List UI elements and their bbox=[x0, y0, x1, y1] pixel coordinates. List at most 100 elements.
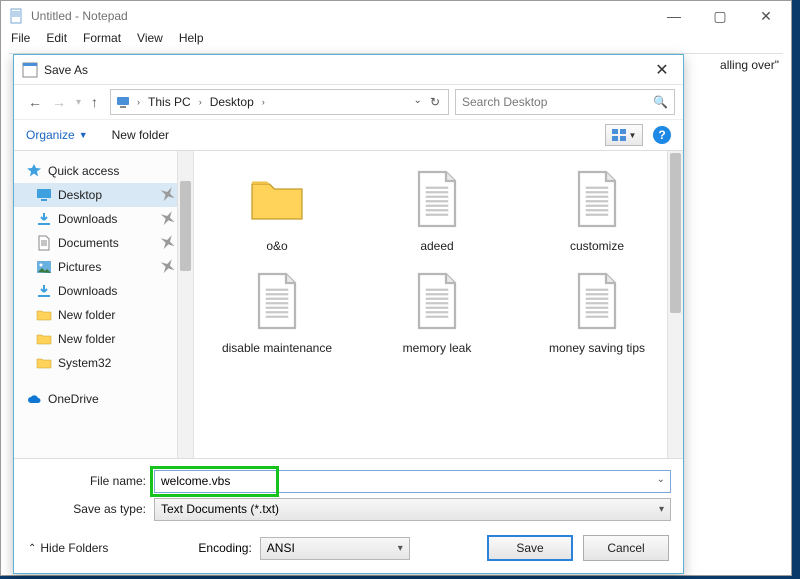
saveas-title: Save As bbox=[44, 63, 647, 77]
file-item[interactable]: disable maintenance bbox=[202, 265, 352, 355]
file-item[interactable]: memory leak bbox=[362, 265, 512, 355]
nav-back-icon[interactable]: ← bbox=[28, 94, 42, 110]
sidebar-item-onedrive[interactable]: OneDrive bbox=[14, 387, 193, 411]
breadcrumb[interactable]: This PC bbox=[146, 95, 193, 109]
sidebar-item-desktop[interactable]: Desktop bbox=[14, 183, 193, 207]
organize-button[interactable]: Organize▼ bbox=[26, 128, 88, 142]
text-file-icon bbox=[401, 265, 473, 337]
hide-folders-button[interactable]: ⌃ Hide Folders bbox=[28, 541, 108, 555]
text-file-icon bbox=[561, 265, 633, 337]
sidebar-item-system32[interactable]: System32 bbox=[14, 351, 193, 375]
sidebar: Quick access Desktop Downloads Documents Pic… bbox=[14, 151, 194, 458]
view-options-button[interactable]: ▼ bbox=[605, 124, 643, 146]
menu-help[interactable]: Help bbox=[179, 31, 204, 51]
pin-icon bbox=[155, 183, 178, 207]
sidebar-item-new-folder[interactable]: New folder bbox=[14, 303, 193, 327]
file-label: adeed bbox=[420, 239, 453, 253]
menu-format[interactable]: Format bbox=[83, 31, 121, 51]
file-pane[interactable]: o&o adeed customize disable maintenance … bbox=[194, 151, 683, 458]
sidebar-item-label: Desktop bbox=[58, 188, 102, 202]
search-icon: 🔍 bbox=[653, 95, 668, 109]
notepad-title: Untitled - Notepad bbox=[31, 9, 651, 23]
chevron-right-icon[interactable]: › bbox=[135, 97, 142, 107]
file-item[interactable]: customize bbox=[522, 163, 672, 253]
folder-icon bbox=[241, 163, 313, 235]
search-input[interactable]: Search Desktop 🔍 bbox=[455, 89, 675, 115]
breadcrumb[interactable]: Desktop bbox=[208, 95, 256, 109]
sidebar-item-label: OneDrive bbox=[48, 392, 99, 406]
dialog-footer: ⌃ Hide Folders Encoding: ANSI Save Cance… bbox=[14, 527, 683, 573]
file-label: disable maintenance bbox=[222, 341, 332, 355]
saveas-icon bbox=[22, 62, 38, 78]
chevron-up-icon: ⌃ bbox=[28, 543, 36, 554]
filename-input[interactable] bbox=[154, 470, 671, 493]
notepad-icon bbox=[9, 8, 25, 24]
nav-up-icon[interactable]: ↑ bbox=[91, 94, 98, 110]
cancel-button[interactable]: Cancel bbox=[583, 535, 669, 561]
notepad-menu: File Edit Format View Help bbox=[1, 31, 791, 51]
sidebar-scrollbar[interactable] bbox=[177, 151, 193, 458]
text-file-icon bbox=[401, 163, 473, 235]
text-file-icon bbox=[561, 163, 633, 235]
saveas-dialog: Save As ✕ ← → ▾ ↑ › This PC › Desktop › … bbox=[13, 54, 684, 574]
nav-forward-icon[interactable]: → bbox=[52, 94, 66, 110]
sidebar-item-downloads[interactable]: Downloads bbox=[14, 279, 193, 303]
chevron-right-icon[interactable]: › bbox=[197, 97, 204, 107]
filename-label: File name: bbox=[26, 474, 146, 488]
chevron-right-icon[interactable]: › bbox=[260, 97, 267, 107]
sidebar-item-quick-access[interactable]: Quick access bbox=[14, 159, 193, 183]
nav-bar: ← → ▾ ↑ › This PC › Desktop › ⌄ ↻ Search… bbox=[14, 85, 683, 119]
sidebar-item-new-folder[interactable]: New folder bbox=[14, 327, 193, 351]
file-item[interactable]: money saving tips bbox=[522, 265, 672, 355]
filename-dropdown-icon[interactable]: ⌄ bbox=[657, 474, 665, 485]
sidebar-item-label: Pictures bbox=[58, 260, 101, 274]
file-label: memory leak bbox=[403, 341, 472, 355]
help-button[interactable]: ? bbox=[653, 126, 671, 144]
close-button[interactable]: ✕ bbox=[743, 1, 789, 31]
text-file-icon bbox=[241, 265, 313, 337]
sidebar-item-label: System32 bbox=[58, 356, 111, 370]
file-label: o&o bbox=[266, 239, 287, 253]
save-form: File name: ⌄ Save as type: Text Document… bbox=[14, 458, 683, 527]
editor-text: alling over" bbox=[720, 58, 779, 72]
savetype-label: Save as type: bbox=[26, 502, 146, 516]
menu-file[interactable]: File bbox=[11, 31, 30, 51]
menu-edit[interactable]: Edit bbox=[46, 31, 67, 51]
pin-icon bbox=[155, 255, 178, 279]
maximize-button[interactable]: ▢ bbox=[697, 1, 743, 31]
sidebar-item-downloads[interactable]: Downloads bbox=[14, 207, 193, 231]
sidebar-item-label: Downloads bbox=[58, 284, 117, 298]
sidebar-item-label: Downloads bbox=[58, 212, 117, 226]
search-placeholder: Search Desktop bbox=[462, 95, 547, 109]
pin-icon bbox=[155, 207, 178, 231]
encoding-combo[interactable]: ANSI bbox=[260, 537, 410, 560]
file-item[interactable]: o&o bbox=[202, 163, 352, 253]
encoding-label: Encoding: bbox=[198, 541, 251, 555]
sidebar-item-label: Quick access bbox=[48, 164, 119, 178]
notepad-titlebar: Untitled - Notepad — ▢ ✕ bbox=[1, 1, 791, 31]
file-label: money saving tips bbox=[549, 341, 645, 355]
file-label: customize bbox=[570, 239, 624, 253]
refresh-icon[interactable]: ↻ bbox=[430, 95, 440, 109]
sidebar-item-pictures[interactable]: Pictures bbox=[14, 255, 193, 279]
save-button[interactable]: Save bbox=[487, 535, 573, 561]
savetype-combo[interactable]: Text Documents (*.txt) bbox=[154, 498, 671, 521]
address-bar[interactable]: › This PC › Desktop › ⌄ ↻ bbox=[110, 89, 449, 115]
menu-view[interactable]: View bbox=[137, 31, 163, 51]
view-icon bbox=[612, 129, 626, 141]
sidebar-item-label: New folder bbox=[58, 308, 115, 322]
pc-icon bbox=[115, 94, 131, 110]
nav-history-icon[interactable]: ▾ bbox=[76, 97, 81, 108]
sidebar-item-documents[interactable]: Documents bbox=[14, 231, 193, 255]
file-item[interactable]: adeed bbox=[362, 163, 512, 253]
saveas-titlebar: Save As ✕ bbox=[14, 55, 683, 85]
pin-icon bbox=[155, 231, 178, 255]
sidebar-item-label: New folder bbox=[58, 332, 115, 346]
file-scrollbar[interactable] bbox=[667, 151, 683, 458]
minimize-button[interactable]: — bbox=[651, 1, 697, 31]
dialog-close-button[interactable]: ✕ bbox=[647, 60, 677, 80]
toolbar: Organize▼ New folder ▼ ? bbox=[14, 119, 683, 151]
address-dropdown-icon[interactable]: ⌄ bbox=[414, 95, 422, 109]
sidebar-item-label: Documents bbox=[58, 236, 119, 250]
new-folder-button[interactable]: New folder bbox=[112, 128, 169, 142]
